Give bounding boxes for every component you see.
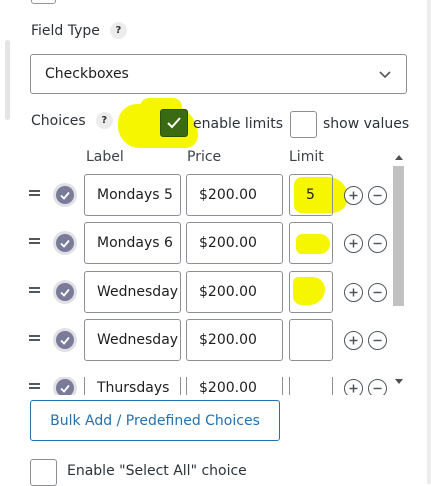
remove-choice-button[interactable] xyxy=(368,186,387,205)
choice-row: Wednesday $200.00 xyxy=(0,319,431,361)
add-choice-button[interactable] xyxy=(344,331,363,350)
default-choice-toggle[interactable] xyxy=(53,377,77,395)
minus-icon xyxy=(373,339,382,342)
choice-label-input[interactable]: Wednesday xyxy=(84,271,181,313)
choice-row: Thursdays $200.00 xyxy=(0,377,391,395)
remove-choice-button[interactable] xyxy=(368,331,387,350)
check-icon xyxy=(60,336,70,345)
choice-limit-input[interactable] xyxy=(289,377,333,395)
default-choice-toggle[interactable] xyxy=(53,280,77,304)
enable-limits-checkbox[interactable] xyxy=(160,109,188,137)
drag-handle-icon[interactable] xyxy=(29,284,41,294)
field-type-value: Checkboxes xyxy=(45,66,129,82)
choice-price-input[interactable]: $200.00 xyxy=(186,377,283,395)
choice-limit-input[interactable]: 5 xyxy=(289,174,333,216)
select-all-label: Enable "Select All" choice xyxy=(67,463,247,479)
choice-price-input[interactable]: $200.00 xyxy=(186,271,283,313)
choice-row: Mondays 6 $200.00 xyxy=(0,222,431,264)
choices-help-icon[interactable]: ? xyxy=(95,112,113,129)
choice-price-input[interactable]: $200.00 xyxy=(186,174,283,216)
previous-setting-checkbox[interactable] xyxy=(31,0,56,4)
column-price-header: Price xyxy=(187,149,222,165)
column-label-header: Label xyxy=(86,149,124,165)
select-all-checkbox[interactable] xyxy=(30,459,57,486)
choice-row: Mondays 5 $200.00 5 xyxy=(0,174,431,216)
choice-limit-input[interactable] xyxy=(289,222,333,264)
check-icon xyxy=(60,288,70,297)
show-values-label: show values xyxy=(323,116,410,132)
field-type-header: Field Type ? xyxy=(31,22,127,39)
field-type-label: Field Type xyxy=(31,22,100,39)
show-values-checkbox[interactable] xyxy=(290,111,317,138)
default-choice-toggle[interactable] xyxy=(53,183,77,207)
plus-icon xyxy=(349,239,358,248)
minus-icon xyxy=(373,242,382,245)
field-type-help-icon[interactable]: ? xyxy=(109,22,127,39)
minus-icon xyxy=(373,291,382,294)
check-icon xyxy=(167,117,181,129)
choice-label-input[interactable]: Wednesday xyxy=(84,319,181,361)
remove-choice-button[interactable] xyxy=(368,283,387,302)
remove-choice-button[interactable] xyxy=(368,379,387,395)
drag-handle-icon[interactable] xyxy=(29,235,41,245)
check-icon xyxy=(60,384,70,393)
enable-limits-label: enable limits xyxy=(193,116,283,132)
drag-handle-icon[interactable] xyxy=(29,187,41,197)
add-choice-button[interactable] xyxy=(344,379,363,395)
add-choice-button[interactable] xyxy=(344,186,363,205)
choice-label-input[interactable]: Mondays 5 xyxy=(84,174,181,216)
plus-icon xyxy=(349,191,358,200)
default-choice-toggle[interactable] xyxy=(53,328,77,352)
drag-handle-icon[interactable] xyxy=(29,380,41,390)
add-choice-button[interactable] xyxy=(344,283,363,302)
chevron-down-icon xyxy=(379,71,391,79)
choices-label: Choices xyxy=(31,112,86,129)
add-choice-button[interactable] xyxy=(344,234,363,253)
choice-label-input[interactable]: Thursdays xyxy=(84,377,181,395)
plus-icon xyxy=(349,336,358,345)
drag-handle-icon[interactable] xyxy=(29,332,41,342)
minus-icon xyxy=(373,387,382,390)
remove-choice-button[interactable] xyxy=(368,234,387,253)
choices-header: Choices ? xyxy=(31,112,113,129)
choice-price-input[interactable]: $200.00 xyxy=(186,222,283,264)
minus-icon xyxy=(373,194,382,197)
column-limit-header: Limit xyxy=(289,149,324,165)
choice-label-input[interactable]: Mondays 6 xyxy=(84,222,181,264)
plus-icon xyxy=(349,288,358,297)
choices-list-clip: Thursdays $200.00 xyxy=(0,377,391,395)
plus-icon xyxy=(349,384,358,393)
field-type-select[interactable]: Checkboxes xyxy=(30,54,407,94)
choice-row: Wednesday $200.00 xyxy=(0,271,431,313)
scroll-up-icon[interactable] xyxy=(395,155,403,160)
scroll-thumb[interactable] xyxy=(393,166,404,306)
choice-price-input[interactable]: $200.00 xyxy=(186,319,283,361)
bulk-add-button[interactable]: Bulk Add / Predefined Choices xyxy=(30,400,280,441)
panel-scrollbar[interactable] xyxy=(5,40,10,120)
choices-scrollbar[interactable] xyxy=(391,150,406,390)
scroll-down-icon[interactable] xyxy=(395,379,403,384)
choice-limit-input[interactable] xyxy=(289,319,333,361)
check-icon xyxy=(60,239,70,248)
choice-limit-input[interactable] xyxy=(289,271,333,313)
check-icon xyxy=(60,191,70,200)
default-choice-toggle[interactable] xyxy=(53,231,77,255)
